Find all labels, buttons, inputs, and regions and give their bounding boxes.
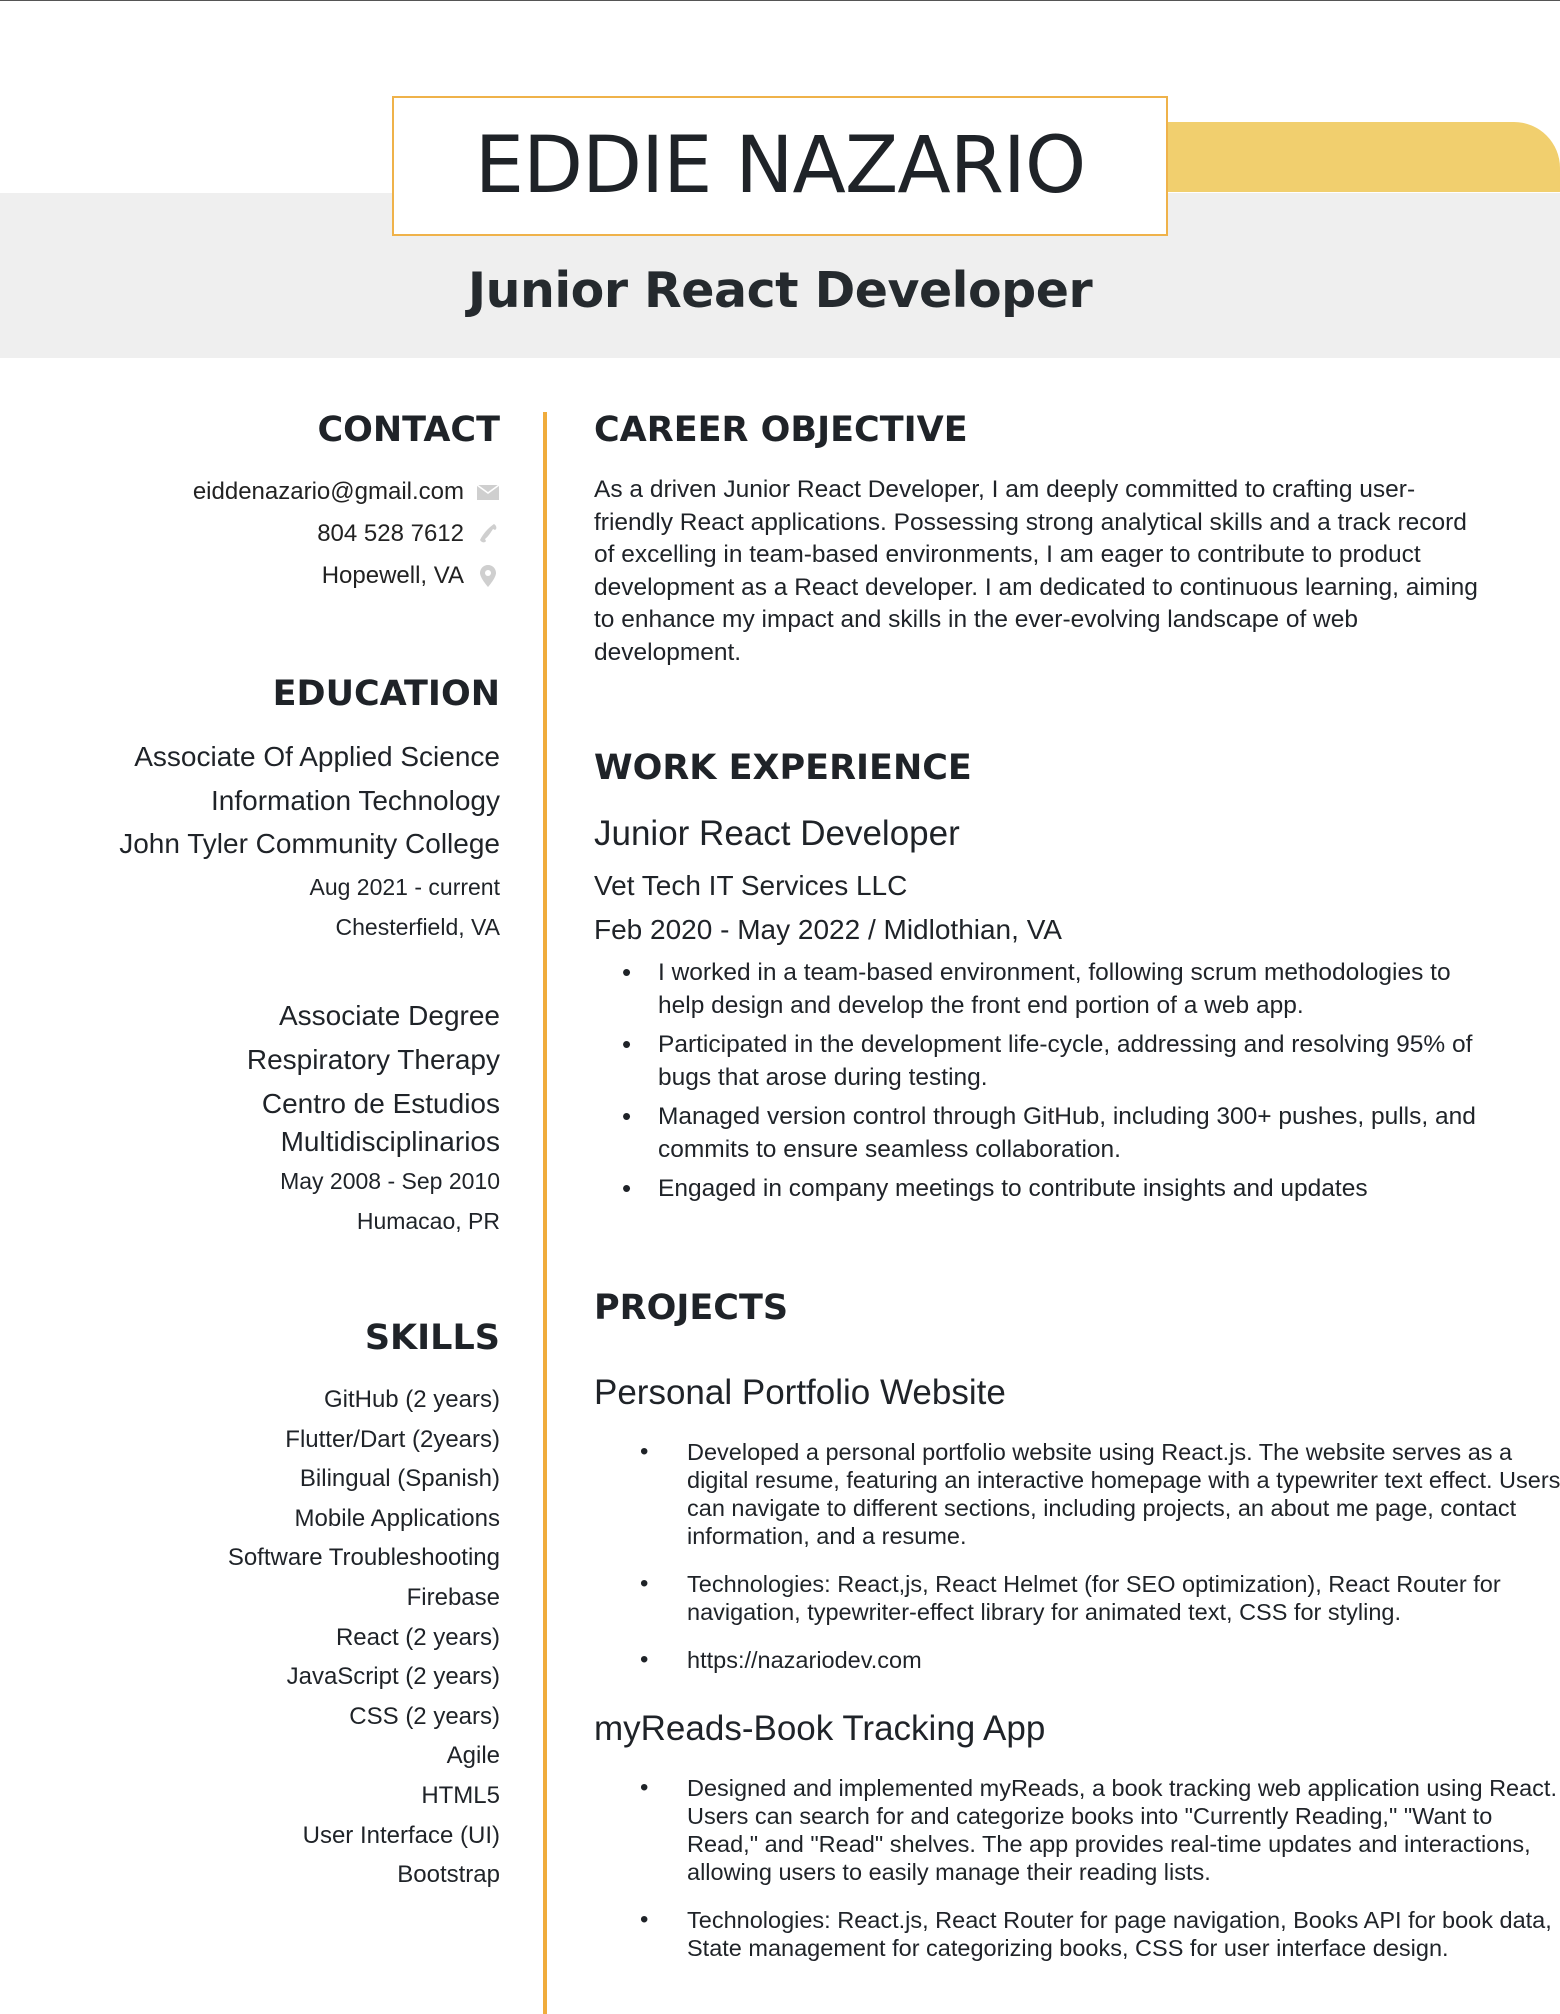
skill-item: HTML5 <box>421 1782 500 1809</box>
location-text: Hopewell, VA <box>321 562 464 589</box>
edu2-school-line1: Centro de Estudios <box>261 1088 500 1119</box>
skill-item: Agile <box>446 1742 500 1770</box>
experience-bullet: I worked in a team-based environment, fo… <box>594 956 1494 1022</box>
edu2-location: Humacao, PR <box>356 1208 500 1234</box>
projects-heading: PROJECTS <box>594 1288 789 1328</box>
edu1-location: Chesterfield, VA <box>335 914 500 940</box>
project-bullets: Developed a personal portfolio website u… <box>594 1438 1560 1694</box>
edu1-school: John Tyler Community College <box>119 828 500 859</box>
experience-company: Vet Tech IT Services LLC <box>594 870 908 901</box>
education-heading: EDUCATION <box>272 674 500 714</box>
project-title: myReads-Book Tracking App <box>594 1709 1046 1748</box>
phone-icon <box>476 522 500 546</box>
project-bullets: Designed and implemented myReads, a book… <box>594 1774 1560 1982</box>
name-box: EDDIE NAZARIO <box>392 96 1168 236</box>
skill-item: Software Troubleshooting <box>227 1544 500 1572</box>
skill-item: Bootstrap <box>397 1861 500 1889</box>
objective-heading: CAREER OBJECTIVE <box>594 410 968 450</box>
experience-bullet: Engaged in company meetings to contribut… <box>594 1172 1494 1205</box>
edu1-dates: Aug 2021 - current <box>309 874 500 900</box>
edu2-school-line2: Multidisciplinarios <box>280 1126 500 1157</box>
experience-bullets: I worked in a team-based environment, fo… <box>594 956 1494 1211</box>
edu2-dates: May 2008 - Sep 2010 <box>280 1168 500 1194</box>
project-bullet: Developed a personal portfolio website u… <box>594 1438 1560 1550</box>
email-text: eiddenazario@gmail.com <box>192 478 464 505</box>
contact-phone[interactable]: 804 528 7612 <box>317 520 500 548</box>
project-bullet: Technologies: React,js, React Helmet (fo… <box>594 1570 1560 1626</box>
envelope-icon <box>476 480 500 504</box>
candidate-name: EDDIE NAZARIO <box>474 121 1087 211</box>
experience-dates-location: Feb 2020 - May 2022 / Midlothian, VA <box>594 914 1062 945</box>
skill-item: GitHub (2 years) <box>323 1386 500 1413</box>
contact-location: Hopewell, VA <box>322 562 500 590</box>
edu1-field: Information Technology <box>211 785 500 816</box>
top-rule <box>0 0 1560 1</box>
project-bullet: Designed and implemented myReads, a book… <box>594 1774 1560 1886</box>
objective-text: As a driven Junior React Developer, I am… <box>594 476 1478 666</box>
skill-item: Bilingual (Spanish) <box>299 1465 500 1493</box>
skill-item: User Interface (UI) <box>302 1821 500 1849</box>
accent-bar <box>1165 122 1560 192</box>
experience-bullet: Participated in the development life-cyc… <box>594 1028 1494 1094</box>
contact-heading: CONTACT <box>317 410 500 450</box>
phone-text: 804 528 7612 <box>317 520 464 547</box>
project-title: Personal Portfolio Website <box>594 1373 1006 1412</box>
skill-item: CSS (2 years) <box>349 1702 500 1730</box>
project-bullet: Technologies: React.js, React Router for… <box>594 1906 1560 1962</box>
edu2-field: Respiratory Therapy <box>246 1044 500 1075</box>
experience-bullet: Managed version control through GitHub, … <box>594 1100 1494 1166</box>
project-link[interactable]: https://nazariodev.com <box>594 1646 1560 1674</box>
map-pin-icon <box>476 564 500 588</box>
experience-role: Junior React Developer <box>594 814 960 853</box>
edu1-degree: Associate Of Applied Science <box>134 741 500 772</box>
contact-email[interactable]: eiddenazario@gmail.com <box>193 478 500 506</box>
experience-heading: WORK EXPERIENCE <box>594 748 972 788</box>
skill-item: Flutter/Dart (2years) <box>285 1425 500 1453</box>
skill-item: Mobile Applications <box>294 1504 500 1532</box>
skill-item: React (2 years) <box>335 1623 500 1651</box>
skill-item: JavaScript (2 years) <box>286 1663 500 1691</box>
skills-heading: SKILLS <box>364 1318 500 1358</box>
edu2-degree: Associate Degree <box>278 1000 500 1031</box>
headline-title: Junior React Developer <box>467 262 1093 319</box>
skill-item: Firebase <box>406 1584 500 1611</box>
column-divider <box>543 412 547 2014</box>
